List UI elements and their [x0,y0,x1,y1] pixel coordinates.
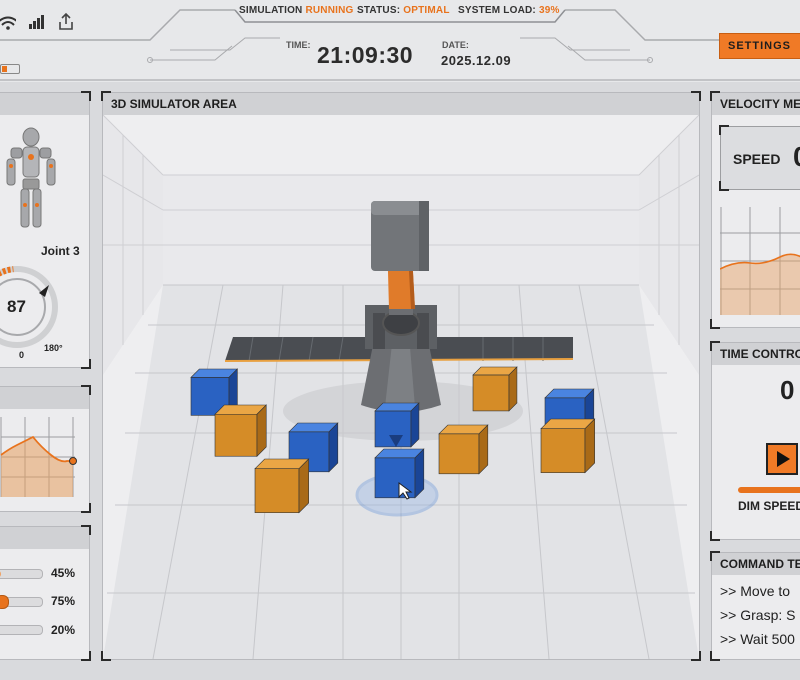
robot-panel-header [0,93,89,115]
slider-3-value: 20% [51,623,76,637]
orange-cube[interactable] [254,458,310,514]
dial-max: 180° [44,343,63,353]
simulation-label: SIMULATION [239,5,303,16]
orange-cube[interactable] [472,366,518,412]
share-icon[interactable] [57,12,75,32]
system-status: STATUS: OPTIMAL [357,5,450,16]
time-control-value: 0 [780,375,795,405]
velocity-panel: VELOCITY ME SPEED 0 [710,91,800,329]
command-line: >> Grasp: S [720,607,796,623]
velocity-title: VELOCITY ME [712,93,800,115]
command-title: COMMAND TE [712,553,800,575]
orange-cube[interactable] [214,404,267,457]
dim-speed-slider[interactable] [738,487,800,493]
humanoid-robot-icon [6,127,56,228]
slider-1[interactable] [0,569,43,579]
load-label: SYSTEM LOAD: [458,5,536,16]
simulator-viewport[interactable] [103,115,699,659]
time-control-title: TIME CONTRO [712,343,800,365]
joint-value: 87 [7,297,26,316]
time-control-panel: TIME CONTRO 0 DIM SPEED [710,341,800,541]
signal-icon [29,15,44,29]
joint-label: Joint 3 [41,244,80,258]
slider-panel: 45% 75% 20% [0,525,91,661]
battery-icon [0,64,20,74]
clock-date: 2025.12.09 [441,53,512,68]
dim-speed-label: DIM SPEED [738,499,800,513]
slider-fill [0,570,1,578]
trend-chart-header [0,387,89,409]
play-icon [777,451,790,467]
speed-value: 0 [793,141,800,173]
simulation-state: RUNNING [305,5,354,16]
status-label: STATUS: [357,5,401,16]
clock-time: 21:09:30 [317,42,414,68]
system-load: SYSTEM LOAD: 39% [458,5,560,16]
command-line: >> Move to [720,583,791,599]
wifi-icon [0,16,16,30]
trend-chart-panel [0,385,91,513]
robot-joint-panel: Joint 3 87 0 180° [0,91,91,369]
status-value: OPTIMAL [403,5,450,16]
time-label: TIME: [286,40,311,50]
command-panel: COMMAND TE >> Move to >> Grasp: S >> Wai… [710,551,800,661]
slider-2-value: 75% [51,594,76,608]
simulator-title: 3D SIMULATOR AREA [103,93,699,115]
top-bar: SIMULATION RUNNING STATUS: OPTIMAL SYSTE… [0,0,800,82]
simulation-status: SIMULATION RUNNING [239,5,354,16]
speed-readout: SPEED 0 [719,125,800,191]
slider-panel-header [0,527,89,549]
simulator-panel: 3D SIMULATOR AREA [101,91,701,661]
date-label: DATE: [442,40,469,50]
trend-chart [0,417,77,497]
velocity-chart [720,207,800,315]
orange-cube[interactable] [438,424,489,475]
dial-min: 0 [19,350,25,360]
settings-button[interactable]: SETTINGS [719,33,800,59]
load-value: 39% [538,5,560,16]
slider-3[interactable] [0,625,43,635]
slider-1-value: 45% [51,566,76,580]
orange-cube[interactable] [540,418,596,474]
speed-label: SPEED [733,151,781,167]
command-line: >> Wait 500 [720,631,795,647]
robot-arm-model [361,201,441,412]
play-button[interactable] [766,443,798,475]
